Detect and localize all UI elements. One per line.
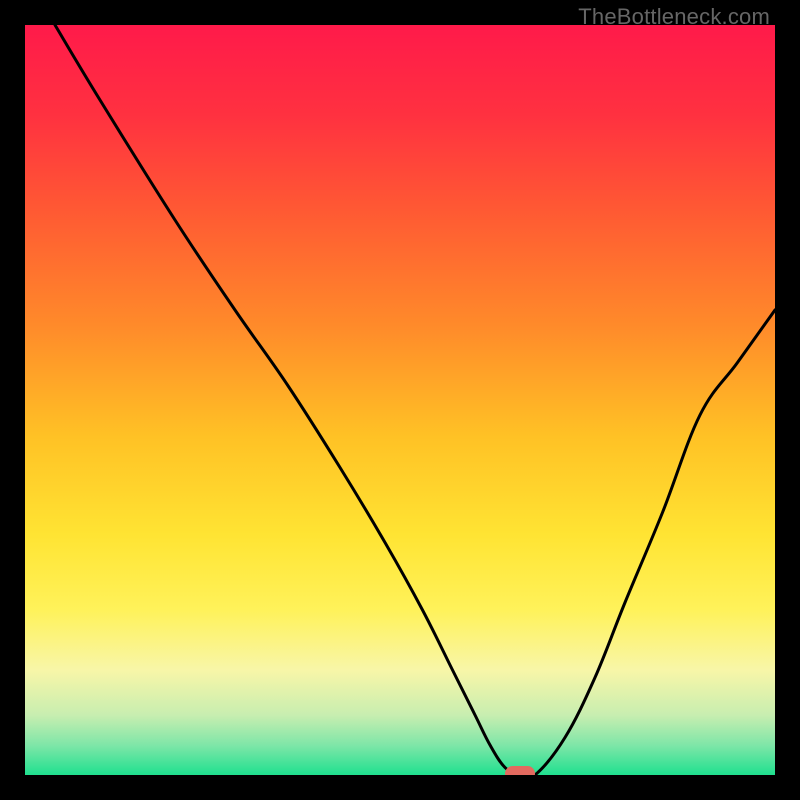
bottleneck-curve — [25, 25, 775, 775]
chart-frame: TheBottleneck.com — [0, 0, 800, 800]
optimal-point-marker — [505, 766, 535, 776]
plot-area — [25, 25, 775, 775]
